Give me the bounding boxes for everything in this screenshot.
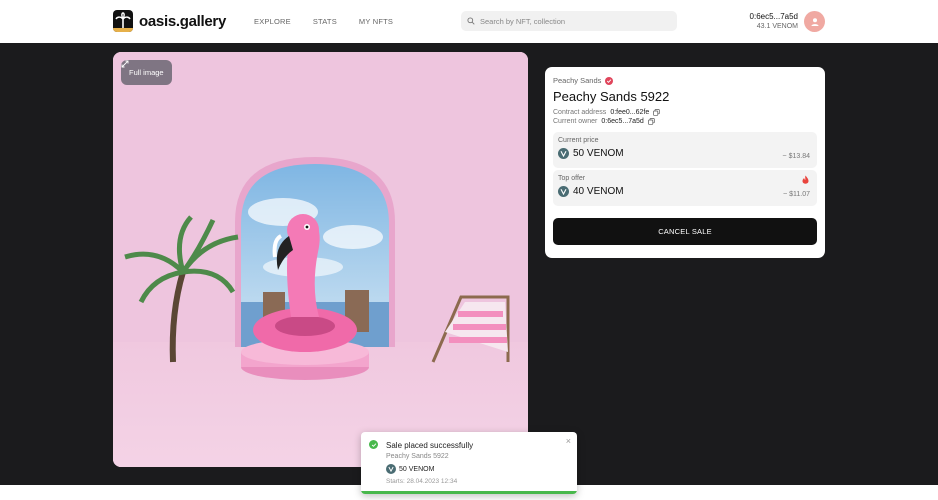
toast-title: Sale placed successfully	[386, 441, 474, 450]
cancel-sale-button[interactable]: CANCEL SALE	[553, 218, 817, 245]
owner-label: Current owner	[553, 118, 598, 125]
user-avatar-icon[interactable]	[804, 11, 825, 32]
collection-name: Peachy Sands	[553, 76, 602, 85]
top-header: oasis.gallery EXPLORE STATS MY NFTS 0:6e…	[0, 0, 938, 43]
logo[interactable]: oasis.gallery	[113, 10, 226, 32]
palm-logo-icon	[113, 10, 133, 32]
top-offer-usd: ~ $11.07	[783, 191, 810, 198]
top-offer-box: Top offer 40 VENOM ~ $11.07	[553, 170, 817, 206]
main-nav: EXPLORE STATS MY NFTS	[254, 17, 393, 26]
contract-value[interactable]: 0:fee0...62fe	[610, 109, 649, 116]
close-icon[interactable]: ×	[566, 436, 571, 446]
nft-title: Peachy Sands 5922	[553, 89, 670, 104]
full-image-button[interactable]: Full image	[121, 60, 172, 85]
full-image-label: Full image	[129, 68, 164, 77]
nav-my-nfts[interactable]: MY NFTS	[359, 17, 393, 26]
nft-artwork[interactable]: Full image	[113, 52, 528, 467]
search-input[interactable]	[480, 16, 670, 26]
venom-coin-icon	[386, 464, 396, 474]
nft-image	[113, 52, 528, 467]
contract-label: Contract address	[553, 109, 607, 116]
verified-icon	[605, 76, 614, 85]
wallet-address: 0:6ec5...7a5d	[749, 12, 798, 21]
venom-coin-icon	[558, 186, 569, 197]
wallet-info[interactable]: 0:6ec5...7a5d 43.1 VENOM	[750, 12, 798, 30]
venom-coin-icon	[558, 148, 569, 159]
toast-price-value: 50 VENOM	[399, 465, 435, 473]
success-toast: Sale placed successfully Peachy Sands 59…	[361, 432, 577, 494]
owner-row: Current owner 0:6ec5...7a5d	[553, 118, 817, 125]
nft-details-card: Peachy Sands Peachy Sands 5922 Contract …	[545, 67, 825, 258]
search-icon	[467, 17, 475, 25]
copy-icon[interactable]	[647, 118, 655, 125]
wallet-balance: 43.1 VENOM	[756, 23, 798, 30]
current-price-label: Current price	[558, 137, 599, 144]
contract-row: Contract address 0:fee0...62fe	[553, 109, 817, 116]
current-price-value: 50 VENOM	[573, 148, 624, 159]
success-check-icon	[369, 440, 378, 449]
toast-nft-name: Peachy Sands 5922	[386, 453, 449, 460]
toast-start-time: Starts: 28.04.2023 12:34	[386, 478, 458, 485]
current-price-usd: ~ $13.84	[782, 153, 810, 160]
top-offer-value: 40 VENOM	[573, 186, 624, 197]
owner-value[interactable]: 0:6ec5...7a5d	[601, 118, 643, 125]
nav-stats[interactable]: STATS	[313, 17, 337, 26]
copy-icon[interactable]	[653, 109, 660, 116]
nav-explore[interactable]: EXPLORE	[254, 17, 291, 26]
top-offer-label: Top offer	[558, 175, 586, 182]
toast-progress-bar	[361, 491, 577, 494]
search-bar	[461, 11, 677, 31]
collection-link[interactable]: Peachy Sands	[553, 76, 817, 85]
current-price-box: Current price 50 VENOM ~ $13.84	[553, 132, 817, 168]
expand-icon	[121, 60, 129, 68]
toast-price: 50 VENOM	[386, 464, 434, 474]
logo-text: oasis.gallery	[139, 12, 226, 30]
fire-icon	[802, 175, 809, 184]
